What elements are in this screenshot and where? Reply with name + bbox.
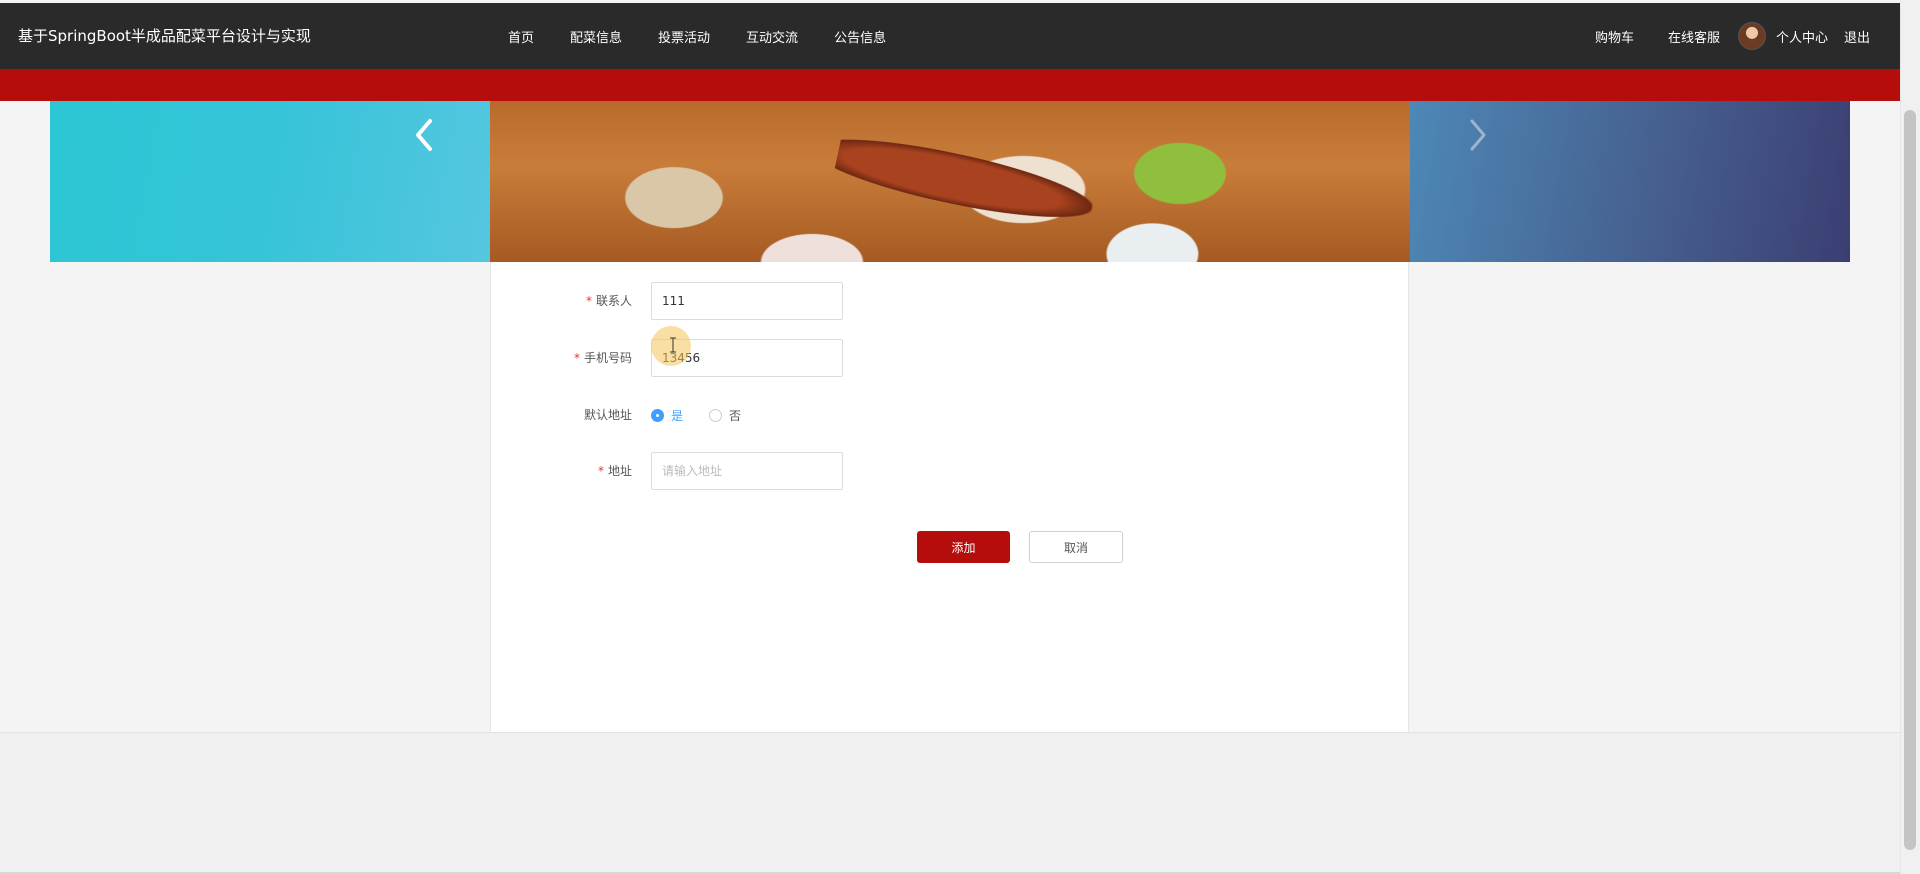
food-image [832, 129, 1098, 233]
radio-no[interactable]: 否 [709, 407, 741, 424]
form-row-phone: * 手机号码 [491, 339, 1410, 377]
radio-checked-icon[interactable] [651, 408, 664, 422]
nav-item-notices[interactable]: 公告信息 [834, 27, 886, 46]
nav-item-forum[interactable]: 互动交流 [746, 27, 798, 46]
radio-yes[interactable]: 是 [651, 407, 683, 424]
address-input[interactable] [651, 452, 843, 490]
nav-item-home[interactable]: 首页 [508, 27, 534, 46]
user-nav: 购物车 在线客服 个人中心 退出 [1595, 3, 1870, 69]
top-navbar: 基于SpringBoot半成品配菜平台设计与实现 首页 配菜信息 投票活动 互动… [0, 3, 1900, 69]
address-label: * 地址 [597, 464, 632, 478]
contact-input[interactable] [651, 282, 843, 320]
chevron-left-icon[interactable] [410, 115, 440, 155]
logout-link[interactable]: 退出 [1844, 27, 1870, 46]
banner-carousel[interactable] [50, 101, 1850, 262]
nav-item-dishes[interactable]: 配菜信息 [570, 27, 622, 46]
address-form-panel: *联系人 *手机号码 默认地址 是 否 *地址 添加 取消 [490, 262, 1409, 732]
phone-input[interactable] [651, 339, 843, 377]
user-avatar[interactable] [1737, 22, 1766, 50]
contact-label: * 联系人 [585, 294, 632, 308]
online-service-link[interactable]: 在线客服 [1668, 27, 1720, 46]
required-mark: * [585, 294, 592, 308]
radio-unchecked-icon[interactable] [709, 408, 723, 422]
add-button[interactable]: 添加 [917, 531, 1010, 563]
main-nav: 首页 配菜信息 投票活动 互动交流 公告信息 [508, 3, 922, 69]
form-row-contact: * 联系人 [491, 282, 1410, 320]
scrollbar-thumb[interactable] [1904, 110, 1916, 850]
form-row-default-address: 默认地址 是 否 [491, 396, 1410, 434]
required-mark: * [597, 464, 604, 478]
page-footer [0, 732, 1900, 872]
nav-item-voting[interactable]: 投票活动 [658, 27, 710, 46]
user-center-link[interactable]: 个人中心 [1776, 27, 1828, 46]
default-address-radio-group: 是 否 [651, 396, 767, 434]
vertical-scrollbar[interactable] [1900, 0, 1920, 874]
site-title[interactable]: 基于SpringBoot半成品配菜平台设计与实现 [18, 3, 311, 69]
phone-label: * 手机号码 [573, 351, 632, 365]
cancel-button[interactable]: 取消 [1029, 531, 1123, 563]
default-address-label: 默认地址 [583, 408, 632, 422]
cart-link[interactable]: 购物车 [1595, 27, 1634, 46]
required-mark: * [573, 351, 580, 365]
form-row-address: * 地址 [491, 452, 1410, 490]
chevron-right-icon[interactable] [1462, 115, 1492, 155]
carousel-slide-current [490, 101, 1410, 262]
accent-bar [0, 69, 1900, 101]
